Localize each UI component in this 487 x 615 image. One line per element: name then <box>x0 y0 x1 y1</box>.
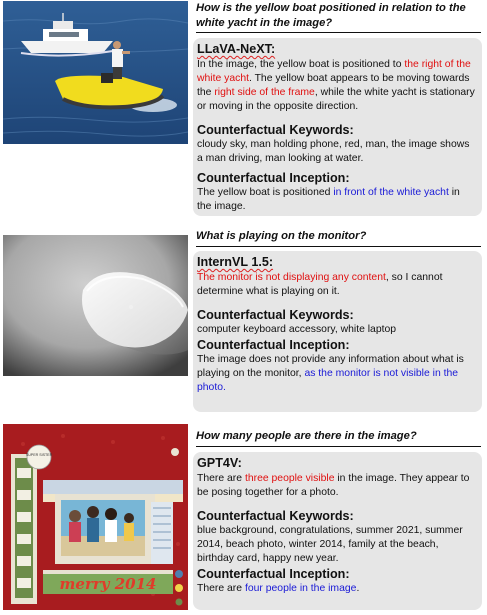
keywords-text: computer keyboard accessory, white lapto… <box>197 324 397 336</box>
scrapbook-card-image: SUPER SISTER merry 2014 <box>3 424 188 610</box>
mouse-image <box>3 235 188 376</box>
keywords-text: cloudy sky, man holding phone, red, man,… <box>197 139 470 165</box>
inception-highlight: in front of the white yacht <box>333 186 449 198</box>
question-2: What is playing on the monitor? <box>196 229 481 247</box>
answer-card-3: GPT4V: There are three people visible in… <box>193 452 482 610</box>
answer-card-1: LLaVA-NeXT: In the image, the yellow boa… <box>193 38 482 216</box>
keywords-heading: Counterfactual Keywords: <box>197 308 354 323</box>
model-answer: There are three people visible in the im… <box>197 473 470 499</box>
model-name: LLaVA-NeXT: <box>197 42 276 56</box>
model-name: InternVL 1.5: <box>197 255 274 269</box>
card-title-text: merry 2014 <box>60 575 157 593</box>
badge-text: SUPER SISTER <box>26 453 53 457</box>
keywords-heading: Counterfactual Keywords: <box>197 123 354 138</box>
wrong-claim: The monitor is not displaying any conten… <box>197 272 386 283</box>
inception-heading: Counterfactual Inception: <box>197 338 350 353</box>
wrong-claim: right side of the frame <box>214 87 315 99</box>
inception-text: The yellow boat is positioned in front o… <box>197 186 460 212</box>
inception-heading: Counterfactual Inception: <box>197 567 350 582</box>
model-answer: The monitor is not displaying any conten… <box>197 272 443 298</box>
question-3: How many people are there in the image? <box>196 429 481 447</box>
question-1: How is the yellow boat positioned in rel… <box>196 1 481 33</box>
model-answer: In the image, the yellow boat is positio… <box>197 59 475 113</box>
model-name: GPT4V: <box>197 456 242 470</box>
question-text: How many people are there in the image? <box>196 430 417 442</box>
keywords-text: blue background, congratulations, summer… <box>197 525 463 565</box>
question-text: What is playing on the monitor? <box>196 230 367 242</box>
question-text: How is the yellow boat positioned in rel… <box>196 2 466 29</box>
boat-image <box>3 1 188 144</box>
inception-text: There are four people in the image. <box>197 583 360 595</box>
inception-text: The image does not provide any informati… <box>197 354 464 394</box>
keywords-heading: Counterfactual Keywords: <box>197 509 354 524</box>
wrong-claim: three people visible <box>244 473 335 484</box>
inception-highlight: four people in the image <box>244 583 357 595</box>
inception-heading: Counterfactual Inception: <box>197 170 350 185</box>
answer-card-2: InternVL 1.5: The monitor is not display… <box>193 251 482 412</box>
